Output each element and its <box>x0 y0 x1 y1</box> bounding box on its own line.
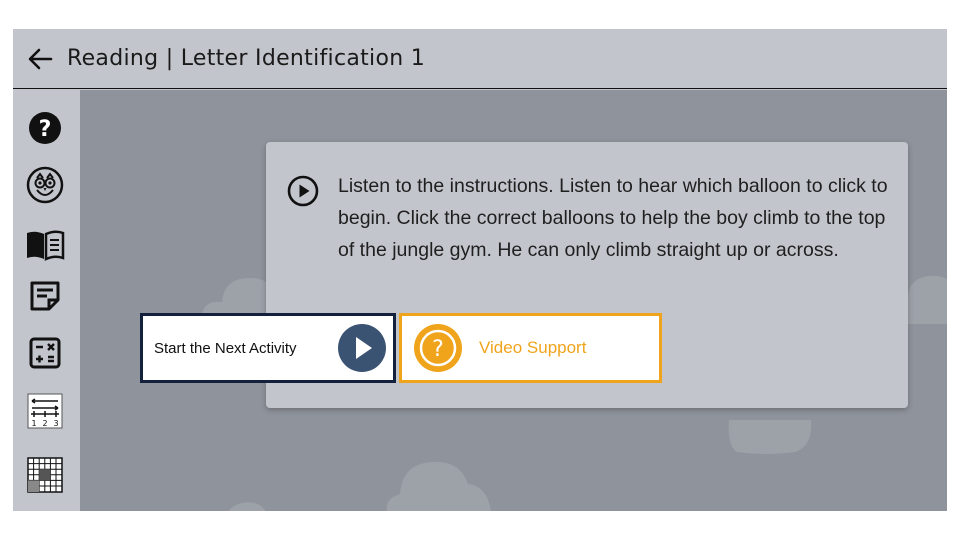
background-cloud-bottom <box>386 461 491 511</box>
app-window: Reading | Letter Identification 1 ? 1 2 … <box>13 29 947 511</box>
number-line-label-2: 2 <box>42 419 47 428</box>
open-book-icon <box>27 230 65 261</box>
sticky-note-icon <box>30 281 60 311</box>
start-next-activity-label: Start the Next Activity <box>154 339 297 357</box>
calculator-button[interactable] <box>25 333 65 373</box>
owl-button[interactable] <box>25 165 65 205</box>
notes-button[interactable] <box>25 276 65 316</box>
number-line-button[interactable]: 1 2 3 <box>25 391 65 431</box>
calculator-icon <box>29 337 61 369</box>
background-cloud-bottom-left <box>228 502 266 511</box>
background-cloud-mid <box>728 420 812 454</box>
start-next-activity-button[interactable]: Start the Next Activity <box>140 313 396 383</box>
svg-text:?: ? <box>39 117 52 142</box>
number-line-label-1: 1 <box>31 419 36 428</box>
grid-chart-icon <box>27 457 63 493</box>
sidebar: ? 1 2 3 <box>13 90 80 511</box>
instructions-text: Listen to the instructions. Listen to he… <box>338 175 888 261</box>
video-support-button[interactable]: ? Video Support <box>399 313 662 383</box>
number-line-icon: 1 2 3 <box>27 393 63 429</box>
question-circle-icon: ? <box>414 324 462 372</box>
book-button[interactable] <box>25 225 65 265</box>
activity-stage: Listen to the instructions. Listen to he… <box>80 90 947 511</box>
hundred-chart-button[interactable] <box>25 455 65 495</box>
video-support-label: Video Support <box>479 338 587 357</box>
page-title: Reading | Letter Identification 1 <box>67 46 426 71</box>
back-button[interactable] <box>13 29 67 89</box>
number-line-label-3: 3 <box>53 419 58 428</box>
video-support-icon-glyph: ? <box>432 337 444 362</box>
play-circle-icon <box>338 324 386 372</box>
question-circle-icon: ? <box>29 112 61 144</box>
help-button[interactable]: ? <box>25 108 65 148</box>
owl-icon <box>26 166 64 204</box>
arrow-left-icon <box>28 48 53 69</box>
header-bar: Reading | Letter Identification 1 <box>13 29 947 89</box>
play-circle-icon[interactable] <box>286 174 320 208</box>
